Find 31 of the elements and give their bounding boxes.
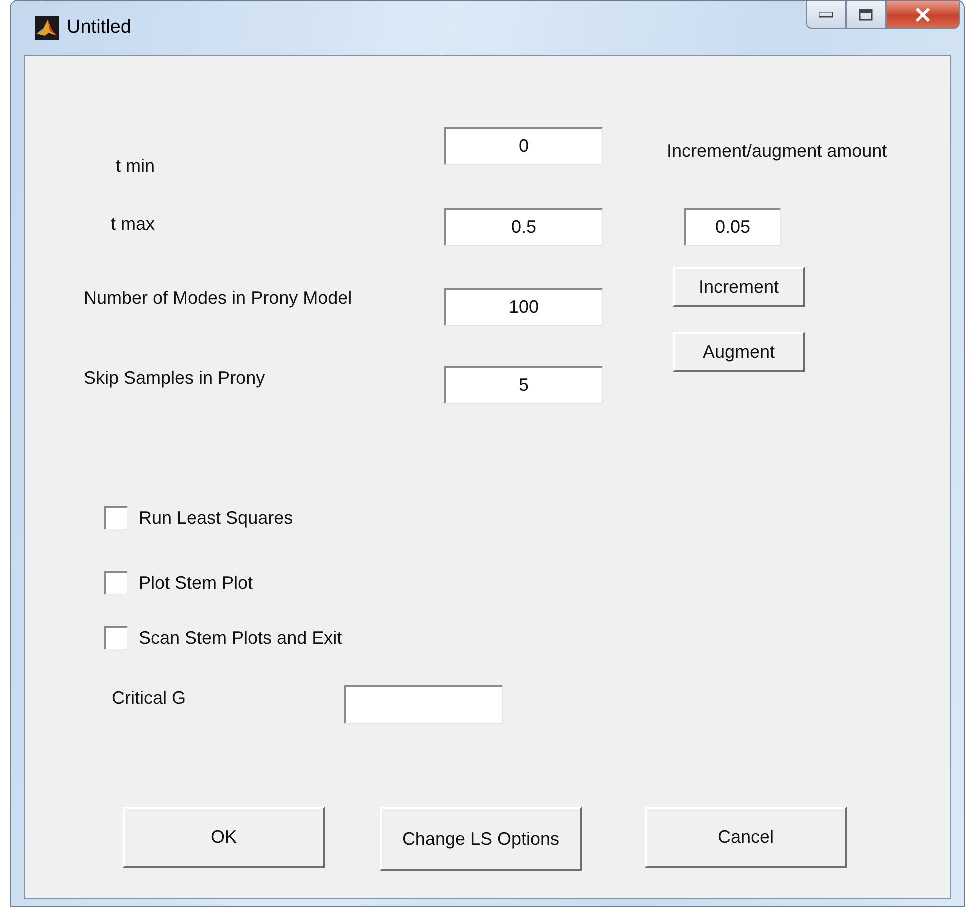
field-label: Skip Samples in Prony xyxy=(84,368,266,389)
checkbox-label: Scan Stem Plots and Exit xyxy=(139,628,342,649)
field-label: t max xyxy=(111,214,156,235)
field-label: Increment/augment amount xyxy=(667,141,888,162)
dialog-button[interactable]: Change LS Options xyxy=(380,807,582,871)
input-field[interactable] xyxy=(344,685,503,724)
maximize-icon xyxy=(859,8,873,20)
close-icon xyxy=(915,8,931,22)
checkbox-label: Plot Stem Plot xyxy=(139,573,254,594)
maximize-button[interactable] xyxy=(846,1,886,29)
field-label: Critical G xyxy=(112,688,186,709)
window-title: Untitled xyxy=(67,17,132,39)
checkbox[interactable] xyxy=(104,571,128,595)
input-field[interactable]: 0.05 xyxy=(684,208,781,246)
input-field[interactable]: 5 xyxy=(444,366,603,404)
input-field[interactable]: 0 xyxy=(444,127,603,165)
input-field[interactable]: 100 xyxy=(444,288,603,326)
minimize-button[interactable] xyxy=(806,1,846,29)
dialog-button[interactable]: Cancel xyxy=(645,807,847,868)
dialog-button[interactable]: OK xyxy=(123,807,325,868)
push-button[interactable]: Augment xyxy=(673,332,805,372)
push-button[interactable]: Increment xyxy=(673,267,805,307)
minimize-icon xyxy=(819,12,833,18)
close-button[interactable] xyxy=(886,1,960,29)
checkbox[interactable] xyxy=(104,626,128,650)
field-label: t min xyxy=(116,156,156,177)
checkbox-label: Run Least Squares xyxy=(139,508,294,529)
input-field[interactable]: 0.5 xyxy=(444,208,603,246)
peak-icon xyxy=(35,16,59,40)
checkbox[interactable] xyxy=(104,506,128,530)
field-label: Number of Modes in Prony Model xyxy=(84,288,352,309)
